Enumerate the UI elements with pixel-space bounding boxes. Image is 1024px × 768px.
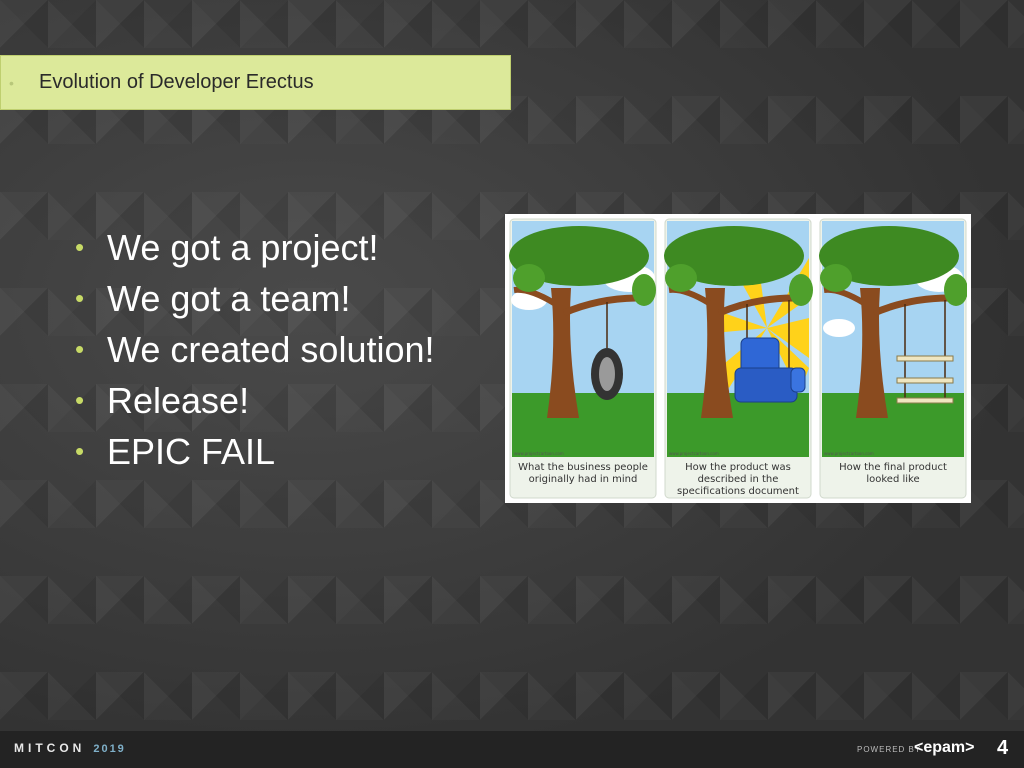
powered-by-label: POWERED BY [857,745,922,754]
cartoon-svg: www.projectcartoon.com What the business… [509,218,967,499]
panel-caption-line: originally had in mind [529,474,638,485]
bullet-icon: • [75,283,85,313]
bullet-item: • We got a project! [75,222,435,273]
conference-logo-text: MITCON [14,741,86,755]
conference-year: 2019 [93,743,126,755]
slide-title-bar: • Evolution of Developer Erectus [0,55,511,110]
panel-caption-line: How the product was [685,462,791,473]
bullet-item: • EPIC FAIL [75,426,435,477]
panel-caption-line: What the business people [518,462,648,473]
panel-caption-line: looked like [866,474,919,485]
page-number: 4 [997,737,1009,759]
watermark-text: www.projectcartoon.com [669,451,719,456]
bullet-text: EPIC FAIL [107,431,276,472]
bullet-text: Release! [107,380,250,421]
epam-logo: <epam> [914,739,975,756]
panel-caption-line: described in the [698,474,779,485]
bullet-text: We got a team! [107,278,351,319]
bullet-icon: • [75,385,85,415]
slide-footer: MITCON 2019 POWERED BY <epam> 4 [0,731,1024,768]
panel-caption-line: How the final product [839,462,947,473]
bullet-text: We got a project! [107,227,379,268]
cartoon-panel-1: www.projectcartoon.com What the business… [509,218,657,499]
watermark-text: www.projectcartoon.com [824,451,874,456]
bullet-list: • We got a project! • We got a team! • We c… [75,222,435,477]
bullet-item: • Release! [75,375,435,426]
bullet-icon: • [75,232,85,262]
bullet-item: • We got a team! [75,273,435,324]
slide-title: Evolution of Developer Erectus [39,71,314,93]
cartoon-panel-2: www.projectcartoon.com How the product w… [664,218,813,499]
panel-caption-line: specifications document [677,486,799,497]
bullet-icon: • [75,436,85,466]
bullet-text: We created solution! [107,329,435,370]
watermark-text: www.projectcartoon.com [514,451,564,456]
bullet-icon: • [75,334,85,364]
title-bullet-icon: • [9,74,14,91]
bullet-item: • We created solution! [75,324,435,375]
tree-swing-cartoon: www.projectcartoon.com What the business… [505,214,971,503]
cartoon-panel-3: www.projectcartoon.com How the final pro… [819,218,967,499]
conference-logo: MITCON 2019 [14,741,126,755]
